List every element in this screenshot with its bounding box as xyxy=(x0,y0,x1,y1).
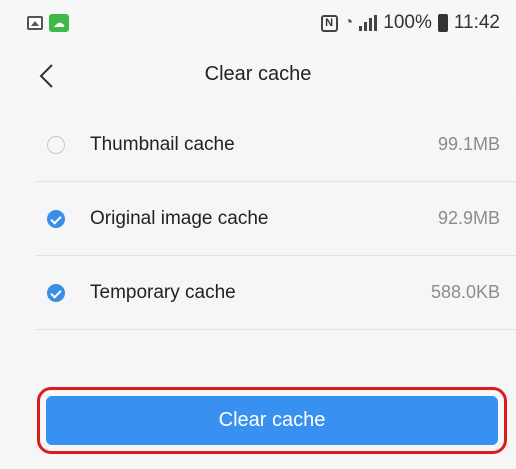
cache-item-label: Original image cache xyxy=(90,208,269,229)
clock: 11:42 xyxy=(453,12,500,33)
status-bar: ☁ N ◔ 100% 11:42 xyxy=(0,0,516,50)
cache-list: Thumbnail cache 99.1MB Original image ca… xyxy=(35,108,516,330)
status-right-icons: N ◔ 100% 11:42 xyxy=(320,12,500,34)
cache-item-size: 99.1MB xyxy=(437,134,500,154)
cloud-sync-notification-icon: ☁ xyxy=(49,14,69,32)
battery-icon xyxy=(437,14,448,32)
gallery-notification-icon xyxy=(27,16,43,30)
battery-percent: 100% xyxy=(383,12,432,33)
cache-item-size: 588.0KB xyxy=(430,282,500,302)
checkbox-icon[interactable] xyxy=(47,284,65,302)
header-bar: Clear cache xyxy=(0,50,516,102)
wifi-icon: ◔ xyxy=(343,14,354,31)
page-title: Clear cache xyxy=(204,63,312,85)
cache-item-size: 92.9MB xyxy=(437,208,500,228)
signal-icon xyxy=(359,15,378,31)
status-left-icons: ☁ xyxy=(27,14,69,32)
checkbox-icon[interactable] xyxy=(47,210,65,228)
clear-cache-button[interactable]: Clear cache xyxy=(46,396,498,445)
cache-item-temporary[interactable]: Temporary cache 588.0KB xyxy=(35,256,516,330)
cache-item-label: Temporary cache xyxy=(90,282,236,303)
checkbox-icon[interactable] xyxy=(47,136,65,154)
cache-item-label: Thumbnail cache xyxy=(90,134,235,155)
nfc-icon: N xyxy=(320,14,338,32)
cache-item-original-image[interactable]: Original image cache 92.9MB xyxy=(35,182,516,256)
cache-item-thumbnail[interactable]: Thumbnail cache 99.1MB xyxy=(35,108,516,182)
clear-cache-highlight: Clear cache xyxy=(37,387,507,454)
